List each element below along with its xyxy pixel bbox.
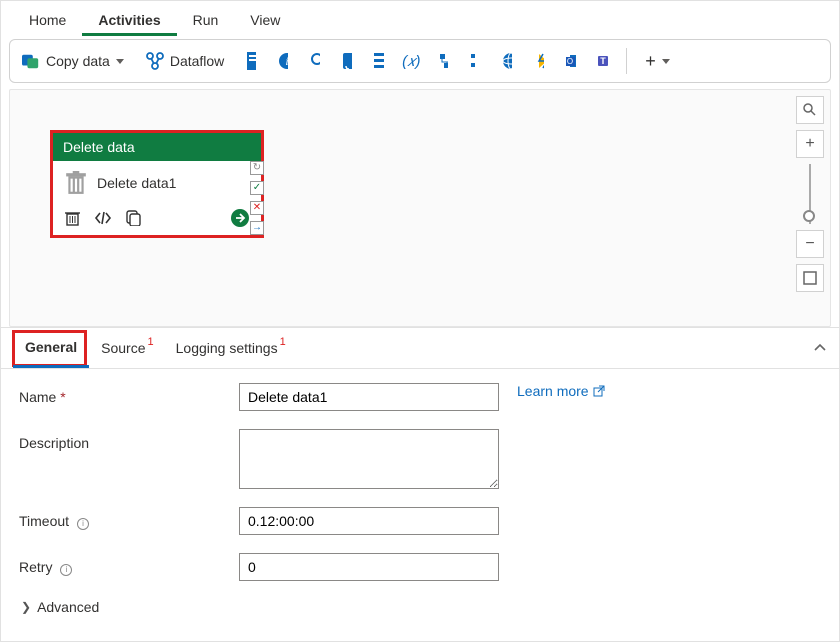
name-label-text: Name	[19, 389, 56, 405]
info-icon[interactable]: i	[60, 564, 72, 576]
collapse-panel-button[interactable]	[813, 341, 827, 355]
activity-type-header: Delete data	[53, 133, 261, 161]
svg-text:T: T	[601, 56, 607, 66]
timeout-label-text: Timeout	[19, 513, 69, 529]
outlook-icon[interactable]: O	[562, 52, 580, 70]
chevron-right-icon: ❯	[21, 600, 31, 614]
learn-more-link[interactable]: Learn more	[517, 383, 605, 399]
zoom-out-button[interactable]: −	[796, 230, 824, 258]
svg-text:O: O	[567, 57, 573, 66]
svg-text:i: i	[286, 54, 289, 68]
run-icon[interactable]	[231, 209, 249, 227]
activity-name: Delete data1	[97, 175, 176, 191]
teams-icon[interactable]: T	[594, 52, 612, 70]
toolbar-separator	[626, 48, 627, 74]
script-icon[interactable]	[338, 52, 356, 70]
tab-logging-settings[interactable]: Logging settings 1	[164, 328, 296, 368]
copy-icon[interactable]	[126, 210, 141, 226]
error-badge: 1	[280, 336, 286, 348]
zoom-slider[interactable]	[809, 164, 811, 224]
tab-activities[interactable]: Activities	[82, 4, 176, 36]
plus-icon: +	[645, 51, 656, 72]
dataflow-icon	[146, 52, 164, 70]
advanced-toggle[interactable]: ❯ Advanced	[21, 599, 821, 615]
handle-success-icon[interactable]: ✓	[250, 181, 264, 195]
align-icon[interactable]	[466, 52, 484, 70]
tab-run[interactable]: Run	[177, 4, 235, 36]
variable-icon[interactable]: (𝑥)	[402, 52, 420, 70]
add-button[interactable]: +	[641, 47, 674, 76]
property-tabs: General Source 1 Logging settings 1	[1, 327, 839, 369]
description-input[interactable]	[239, 429, 499, 489]
copy-data-label: Copy data	[46, 53, 110, 69]
trash-icon	[65, 171, 87, 195]
zoom-search-icon[interactable]	[796, 96, 824, 124]
advanced-label: Advanced	[37, 599, 99, 615]
chevron-up-icon	[813, 341, 827, 355]
copy-data-button[interactable]: Copy data	[18, 48, 128, 74]
top-tabs: Home Activities Run View	[1, 1, 839, 39]
retry-label: Retry i	[19, 553, 239, 576]
function-icon[interactable]	[530, 52, 548, 70]
canvas[interactable]: Delete data Delete data1 ↻ ✓ ✕ → + −	[9, 89, 831, 327]
handle-skip-icon[interactable]: ↻	[250, 161, 264, 175]
timeout-input[interactable]	[239, 507, 499, 535]
tab-source[interactable]: Source 1	[89, 328, 163, 368]
tab-source-label: Source	[101, 340, 145, 356]
general-form: Name * Learn more Description Timeout i …	[1, 369, 839, 629]
name-label: Name *	[19, 383, 239, 405]
zoom-thumb[interactable]	[803, 210, 815, 222]
copy-data-icon	[22, 52, 40, 70]
external-link-icon	[593, 385, 605, 397]
tab-view[interactable]: View	[234, 4, 296, 36]
retry-label-text: Retry	[19, 559, 52, 575]
timeout-label: Timeout i	[19, 507, 239, 530]
error-badge: 1	[148, 336, 154, 348]
connection-handles: ↻ ✓ ✕ →	[250, 161, 264, 235]
zoom-in-button[interactable]: +	[796, 130, 824, 158]
zoom-fit-button[interactable]	[796, 264, 824, 292]
pipeline-icon[interactable]	[434, 52, 452, 70]
tab-home[interactable]: Home	[13, 4, 82, 36]
search-icon[interactable]	[306, 52, 324, 70]
handle-fail-icon[interactable]: ✕	[250, 201, 264, 215]
info-icon[interactable]: i	[77, 518, 89, 530]
tab-logging-label: Logging settings	[176, 340, 278, 356]
code-icon[interactable]	[94, 211, 112, 225]
activity-card[interactable]: Delete data Delete data1 ↻ ✓ ✕ →	[50, 130, 264, 238]
description-label: Description	[19, 429, 239, 451]
handle-completion-icon[interactable]: →	[250, 221, 264, 235]
list-icon[interactable]	[370, 52, 388, 70]
chevron-down-icon	[116, 59, 124, 64]
zoom-controls: + −	[796, 96, 824, 292]
chevron-down-icon	[662, 59, 670, 64]
learn-more-label: Learn more	[517, 383, 589, 399]
notebook-icon[interactable]	[242, 52, 260, 70]
dataflow-label: Dataflow	[170, 53, 224, 69]
retry-input[interactable]	[239, 553, 499, 581]
required-indicator: *	[60, 389, 65, 405]
name-input[interactable]	[239, 383, 499, 411]
web-icon[interactable]	[498, 52, 516, 70]
delete-icon[interactable]	[65, 210, 80, 226]
dataflow-button[interactable]: Dataflow	[142, 48, 228, 74]
info-icon[interactable]: i	[274, 52, 292, 70]
tab-general[interactable]: General	[13, 328, 89, 368]
toolbar: Copy data Dataflow i (𝑥) O T +	[9, 39, 831, 83]
